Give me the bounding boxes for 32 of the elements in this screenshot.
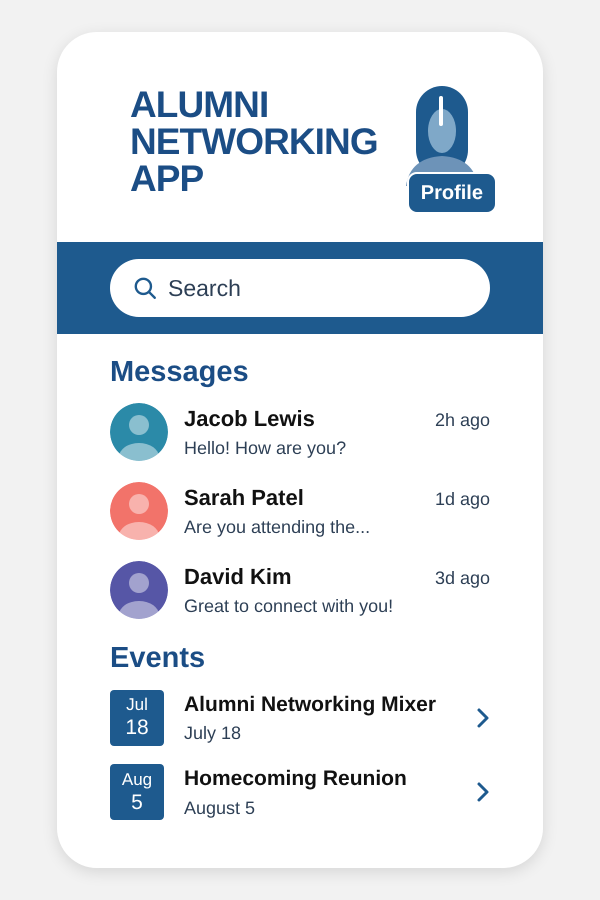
message-item[interactable]: Jacob Lewis 2h ago Hello! How are you? bbox=[110, 402, 490, 462]
message-preview: Are you attending the... bbox=[184, 516, 372, 540]
message-item[interactable]: David Kim 3d ago Great to connect with you! bbox=[110, 560, 490, 620]
message-time: 1d ago bbox=[434, 488, 490, 512]
message-preview: Great to connect with you! bbox=[184, 595, 394, 618]
message-preview: Hello! How are you? bbox=[184, 437, 348, 460]
section-heading: Events bbox=[110, 641, 206, 676]
chevron-right-icon[interactable] bbox=[476, 706, 490, 729]
event-title: Homecoming Reunion bbox=[184, 766, 408, 792]
event-day: 5 bbox=[131, 790, 143, 816]
event-item[interactable]: Jul 18 Alumni Networking Mixer July 18 bbox=[110, 688, 490, 747]
sender-name: Jacob Lewis bbox=[184, 405, 315, 434]
section-heading: Messages bbox=[110, 355, 250, 390]
event-day: 18 bbox=[125, 715, 149, 742]
event-date: August 5 bbox=[184, 796, 256, 820]
chevron-right-icon[interactable] bbox=[476, 781, 490, 804]
app-title: APP bbox=[130, 160, 204, 197]
message-item[interactable]: Sarah Patel 1d ago Are you attending the... bbox=[110, 481, 490, 542]
message-time: 3d ago bbox=[434, 567, 490, 590]
app-title: NETWORKING bbox=[130, 123, 378, 160]
profile-button[interactable]: Profile bbox=[406, 172, 497, 214]
search-icon bbox=[132, 275, 158, 301]
sender-name: David Kim bbox=[184, 563, 292, 592]
event-title: Alumni Networking Mixer bbox=[184, 692, 438, 718]
event-month: Aug bbox=[122, 768, 152, 790]
sender-name: Sarah Patel bbox=[184, 484, 304, 512]
event-date: July 18 bbox=[184, 722, 242, 745]
message-time: 2h ago bbox=[434, 409, 490, 432]
event-item[interactable]: Aug 5 Homecoming Reunion August 5 bbox=[110, 763, 490, 822]
search-field[interactable]: Search bbox=[110, 259, 490, 317]
app-title: ALUMNI bbox=[130, 86, 270, 123]
event-month: Jul bbox=[126, 694, 148, 716]
